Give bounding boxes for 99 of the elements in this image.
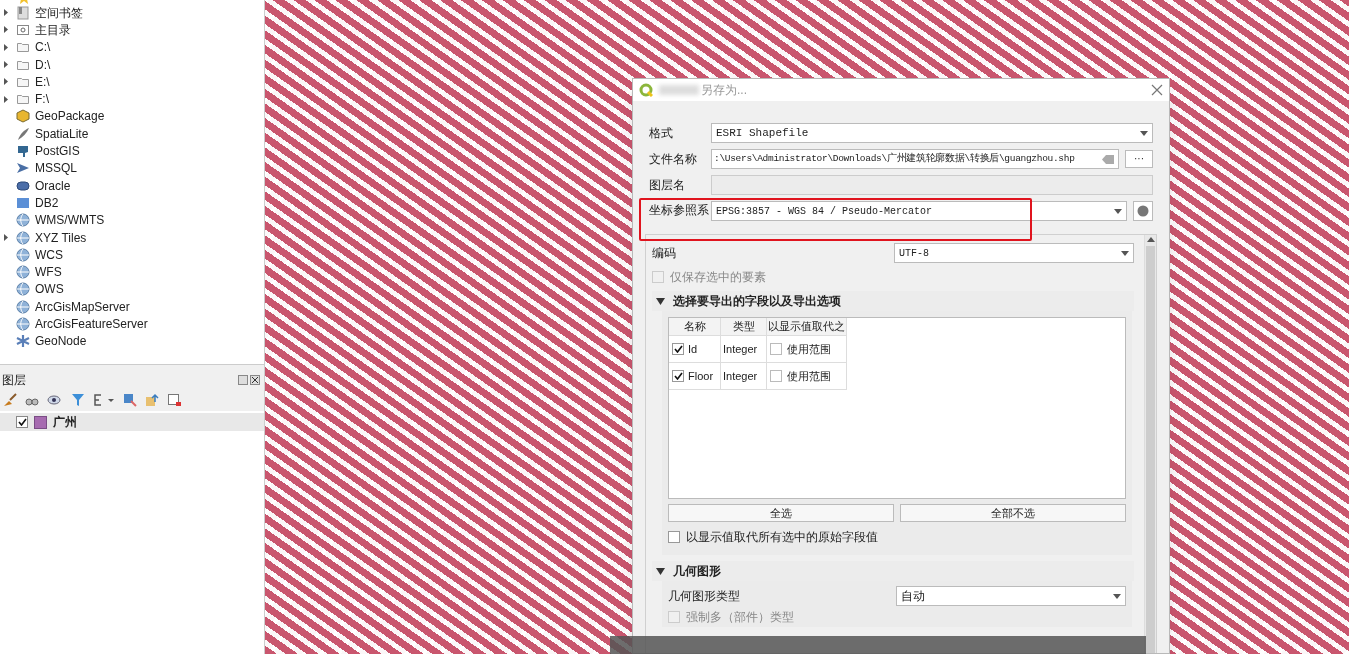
remove-layer-icon[interactable] [167,393,181,407]
expand-icon[interactable] [123,393,137,407]
geometry-type-dropdown[interactable]: 自动 [896,586,1126,606]
tree-item[interactable]: WCS [35,245,63,264]
format-dropdown[interactable]: ESRI Shapefile [711,123,1153,143]
dropdown-arrow-icon [1140,130,1148,136]
dropdown-arrow-icon [1113,593,1121,599]
scroll-thumb[interactable] [1146,245,1155,653]
column-header[interactable]: 类型 [721,318,767,336]
tree-item[interactable]: XYZ Tiles [35,228,87,247]
table-cell: Integer [721,336,767,363]
file-name-field[interactable]: :\Users\Administrator\Downloads\广州建筑轮廓数据\转换后\guangzhou.shp [711,149,1119,169]
checkbox[interactable] [770,370,782,382]
tree-item[interactable]: DB2 [35,193,59,212]
dropdown-arrow-icon [1114,208,1122,214]
checkbox-label: 以显示值取代所有选中的原始字段值 [686,529,878,546]
tree-item[interactable]: 空间书签 [35,3,83,22]
field-label: 图层名 [649,177,686,194]
field-label: 几何图形类型 [668,588,740,605]
expand-arrow-icon[interactable] [3,26,8,34]
field-label: 文件名称 [649,151,698,168]
checkbox-label: 强制多（部件）类型 [686,609,794,626]
field-label: 编码 [652,245,676,262]
tree-item[interactable]: E:\ [35,72,50,91]
tree-item[interactable]: GeoNode [35,332,87,351]
layer-name[interactable]: 广州 [53,413,77,431]
blurred-text [659,85,699,95]
checkbox[interactable] [770,343,782,355]
scrollbar[interactable] [1144,235,1156,653]
layer-name-field[interactable] [711,175,1153,195]
layer-symbol [34,415,47,429]
asterisk-icon [16,334,30,349]
collapse-icon[interactable] [145,393,159,407]
tree-item[interactable]: PostGIS [35,142,80,161]
tree-item[interactable]: SpatiaLite [35,124,89,143]
tree-item[interactable]: ArcGisMapServer [35,297,130,316]
panel-title: 图层 [2,372,26,389]
tree-item[interactable]: D:\ [35,55,51,74]
section-header[interactable]: 选择要导出的字段以及导出选项 [652,291,1134,311]
tree-item[interactable]: WFS [35,263,62,282]
select-button[interactable]: 全部不选 [900,504,1126,522]
checkbox-label: 仅保存选中的要素 [670,269,766,286]
tree-item[interactable]: OWS [35,280,64,299]
check-icon [673,345,683,353]
crs-dropdown[interactable]: EPSG:3857 - WGS 84 / Pseudo-Mercator [711,201,1127,221]
feather-icon [16,126,30,141]
expand-arrow-icon[interactable] [3,9,8,17]
expand-arrow-icon[interactable] [3,61,8,69]
sail-icon [16,161,30,176]
database-icon [16,195,30,210]
expand-arrow-icon[interactable] [3,95,8,103]
paintbrush-icon[interactable] [3,393,17,407]
dropdown-arrow-icon [1121,250,1129,256]
app-logo-icon [639,83,653,97]
collapse-arrow-icon [656,567,665,575]
tree-item[interactable]: F:\ [35,90,49,109]
checkbox[interactable] [672,370,684,382]
bookmark-icon [16,5,30,20]
checkbox[interactable] [668,531,680,543]
folder-icon [16,92,30,107]
eye-icon[interactable] [47,393,63,407]
tree-item[interactable]: 主目录 [35,20,71,39]
tree-item[interactable]: Oracle [35,176,71,195]
section-header[interactable]: 几何图形 [652,561,1134,581]
column-header[interactable]: 以显示值取代之 [767,318,847,336]
field-label: 格式 [649,125,674,142]
layer-checkbox[interactable] [16,416,28,428]
tree-item[interactable]: C:\ [35,38,51,57]
tree-item[interactable]: GeoPackage [35,107,105,126]
checkbox-label: 使用范围 [787,341,831,357]
filter-icon[interactable] [71,393,85,407]
checkbox[interactable] [672,343,684,355]
collapse-arrow-icon [656,297,665,305]
expression-icon[interactable] [93,393,115,407]
close-icon[interactable] [1151,84,1163,96]
table-cell-text: Id [688,341,698,357]
database-icon [16,178,30,193]
expand-arrow-icon[interactable] [3,78,8,86]
home-folder-icon [16,22,30,37]
checkbox-label: 使用范围 [787,368,831,384]
tree-item[interactable]: MSSQL [35,159,77,178]
dialog-title: 另存为... [701,82,747,99]
check-icon [17,418,27,426]
expand-arrow-icon[interactable] [3,43,8,51]
table-cell-text: Floor [688,368,714,384]
expand-arrow-icon[interactable] [3,234,8,241]
package-icon [16,109,30,124]
tree-item[interactable]: ArcGisFeatureServer [35,315,148,333]
select-button[interactable]: 全选 [668,504,894,522]
scroll-up-icon[interactable] [1146,237,1155,242]
crs-select-button[interactable] [1133,201,1153,221]
encoding-dropdown[interactable]: UTF-8 [894,243,1134,263]
table-cell: Integer [721,363,767,390]
close-icon[interactable] [250,375,260,385]
folder-icon [16,40,30,55]
check-icon [673,372,683,380]
browse-button[interactable]: ··· [1125,150,1153,168]
column-header[interactable]: 名称 [669,318,721,336]
tree-item[interactable]: WMS/WMTS [35,211,105,230]
